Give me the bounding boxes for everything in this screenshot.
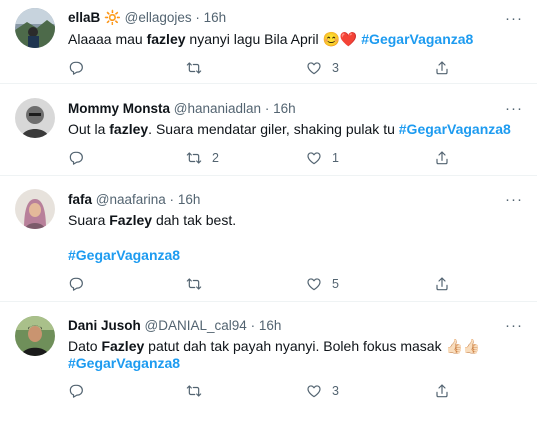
display-name[interactable]: Mommy Monsta xyxy=(68,101,170,116)
handle[interactable]: @DANIAL_cal94 xyxy=(145,318,247,333)
text-segment: Dato xyxy=(68,338,102,354)
tweet-fafa[interactable]: fafa @naafarina · 16h ··· Suara Fazley d… xyxy=(0,176,537,302)
hashtag-link[interactable]: #GegarVaganza8 xyxy=(68,247,180,263)
reply-button[interactable] xyxy=(68,59,94,77)
highlight-keyword: Fazley xyxy=(101,338,145,354)
text-segment: nyanyi lagu Bila April xyxy=(185,31,323,47)
retweet-button[interactable] xyxy=(186,275,212,293)
tweet-actions: 3 xyxy=(68,382,458,400)
like-button[interactable]: 1 xyxy=(306,149,339,167)
text-segment: patut dah tak payah nyanyi. Boleh fokus … xyxy=(144,338,446,354)
tweet-dani-jusoh[interactable]: Dani Jusoh @DANIAL_cal94 · 16h ··· Dato … xyxy=(0,302,537,424)
more-icon[interactable]: ··· xyxy=(505,11,523,26)
text-segment: Out la xyxy=(68,121,110,137)
timestamp[interactable]: 16h xyxy=(273,101,296,116)
tweet-mommy-monsta[interactable]: Mommy Monsta @hananiadlan · 16h ··· Out … xyxy=(0,84,537,176)
like-icon xyxy=(306,150,322,166)
emoji: 👍🏻👍🏻 xyxy=(445,338,481,354)
retweet-button[interactable] xyxy=(186,59,212,77)
timestamp[interactable]: 16h xyxy=(178,192,201,207)
tweet-text-line2: #GegarVaganza8 xyxy=(68,354,180,373)
tweet-actions: 3 xyxy=(68,59,458,77)
share-button[interactable] xyxy=(434,382,450,400)
highlight-keyword: fazley xyxy=(146,31,186,47)
share-icon xyxy=(434,60,450,76)
hashtag-link[interactable]: #GegarVaganza8 xyxy=(399,121,511,137)
share-button[interactable] xyxy=(434,149,450,167)
more-icon[interactable]: ··· xyxy=(505,192,523,207)
text-segment: Suara xyxy=(68,212,110,228)
tweet-header: Mommy Monsta @hananiadlan · 16h xyxy=(68,100,296,118)
retweet-icon xyxy=(186,60,202,76)
share-button[interactable] xyxy=(434,275,450,293)
reply-button[interactable] xyxy=(68,275,94,293)
like-button[interactable]: 3 xyxy=(306,382,339,400)
timestamp[interactable]: 16h xyxy=(259,318,282,333)
separator: · xyxy=(264,101,270,116)
like-icon xyxy=(306,60,322,76)
separator: · xyxy=(250,318,256,333)
text-segment: . Suara mendatar giler, shaking pulak tu xyxy=(148,121,399,137)
tweet-header: Dani Jusoh @DANIAL_cal94 · 16h xyxy=(68,317,281,335)
handle[interactable]: @naafarina xyxy=(96,192,166,207)
emoji: 😊❤️ xyxy=(322,31,358,47)
reply-button[interactable] xyxy=(68,382,94,400)
tweet-actions: 2 1 xyxy=(68,149,458,167)
avatar[interactable] xyxy=(15,98,55,138)
like-button[interactable]: 3 xyxy=(306,59,339,77)
reply-button[interactable] xyxy=(68,149,94,167)
avatar[interactable] xyxy=(15,8,55,48)
like-icon xyxy=(306,276,322,292)
more-icon[interactable]: ··· xyxy=(505,101,523,116)
text-segment: dah tak best. xyxy=(152,212,237,228)
tweet-header: fafa @naafarina · 16h xyxy=(68,191,200,209)
share-icon xyxy=(434,383,450,399)
tweet-actions: 5 xyxy=(68,275,458,293)
like-count: 5 xyxy=(332,277,339,291)
tweet-text: Out la fazley. Suara mendatar giler, sha… xyxy=(68,120,511,139)
tweet-ellab[interactable]: ellaB 🔆 @ellagojes · 16h ··· Alaaaa mau … xyxy=(0,0,537,84)
tweet-text: Suara Fazley dah tak best. xyxy=(68,211,236,230)
retweet-button[interactable] xyxy=(186,382,212,400)
retweet-icon xyxy=(186,383,202,399)
like-count: 1 xyxy=(332,151,339,165)
like-count: 3 xyxy=(332,384,339,398)
tweet-feed: ellaB 🔆 @ellagojes · 16h ··· Alaaaa mau … xyxy=(0,0,537,424)
more-icon[interactable]: ··· xyxy=(505,318,523,333)
tweet-header: ellaB 🔆 @ellagojes · 16h xyxy=(68,9,226,27)
handle[interactable]: @hananiadlan xyxy=(174,101,261,116)
retweet-count: 2 xyxy=(212,151,219,165)
share-icon xyxy=(434,276,450,292)
highlight-keyword: Fazley xyxy=(109,212,153,228)
display-name[interactable]: fafa xyxy=(68,192,92,207)
like-button[interactable]: 5 xyxy=(306,275,339,293)
reply-icon xyxy=(68,60,84,76)
avatar[interactable] xyxy=(15,316,55,356)
retweet-icon xyxy=(186,150,202,166)
tweet-text-line2: #GegarVaganza8 xyxy=(68,246,180,265)
reply-icon xyxy=(68,150,84,166)
text-segment: Alaaaa mau xyxy=(68,31,147,47)
handle[interactable]: @ellagojes xyxy=(125,10,192,25)
hashtag-link[interactable]: #GegarVaganza8 xyxy=(361,31,473,47)
sun-emoji: 🔆 xyxy=(104,10,121,25)
tweet-text: Alaaaa mau fazley nyanyi lagu Bila April… xyxy=(68,30,473,49)
avatar[interactable] xyxy=(15,189,55,229)
reply-icon xyxy=(68,276,84,292)
display-name[interactable]: ellaB xyxy=(68,10,100,25)
share-icon xyxy=(434,150,450,166)
timestamp[interactable]: 16h xyxy=(204,10,227,25)
separator: · xyxy=(195,10,200,25)
retweet-icon xyxy=(186,276,202,292)
reply-icon xyxy=(68,383,84,399)
share-button[interactable] xyxy=(434,59,450,77)
like-count: 3 xyxy=(332,61,339,75)
like-icon xyxy=(306,383,322,399)
display-name[interactable]: Dani Jusoh xyxy=(68,318,141,333)
retweet-button[interactable]: 2 xyxy=(186,149,219,167)
hashtag-link[interactable]: #GegarVaganza8 xyxy=(68,355,180,371)
separator: · xyxy=(169,192,175,207)
highlight-keyword: fazley xyxy=(109,121,149,137)
